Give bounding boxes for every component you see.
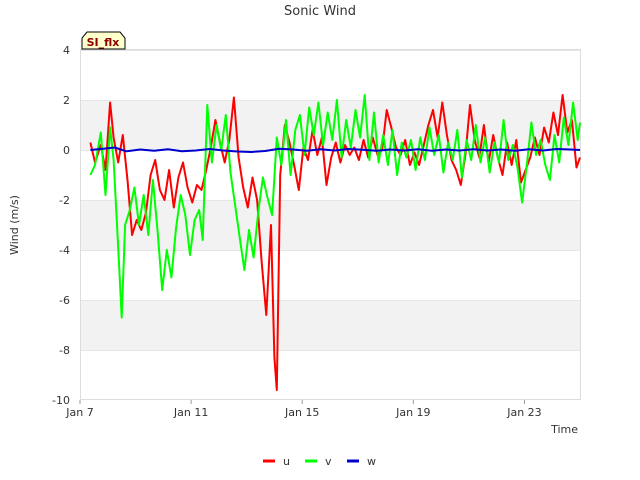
legend-label-v: v (325, 455, 332, 468)
legend-label-u: u (283, 455, 290, 468)
chart-title: Sonic Wind (284, 4, 356, 19)
site-badge: SI_flx (81, 31, 126, 50)
y-tick-label: 4 (63, 44, 70, 57)
x-tick-label: Jan 19 (395, 406, 430, 419)
y-tick-label: 2 (63, 94, 70, 107)
sonic-wind-chart: Sonic Wind 420-2-4-6-8-10 Jan 7 Jan 11 Jan… (8, 4, 581, 468)
background-bands (80, 50, 580, 400)
y-tick-label: -8 (59, 344, 70, 357)
badge-label: SI_flx (87, 36, 120, 49)
band-6 (80, 350, 580, 400)
y-tick-label: -6 (59, 294, 70, 307)
y-tick-label: -2 (59, 194, 70, 207)
band-0 (80, 50, 580, 100)
legend: u v w (263, 455, 376, 468)
band-5 (80, 300, 580, 350)
x-tick-label: Jan 23 (506, 406, 541, 419)
x-tick-label: Jan 11 (173, 406, 208, 419)
band-4 (80, 250, 580, 300)
x-axis-label: Time (550, 423, 578, 436)
y-axis-label: Wind (m/s) (8, 195, 21, 255)
y-tick-label: 0 (63, 144, 70, 157)
x-axis-ticks: Jan 7 Jan 11 Jan 15 Jan 19 Jan 23 (65, 400, 542, 419)
y-axis-ticks: 420-2-4-6-8-10 (52, 44, 70, 407)
legend-label-w: w (367, 455, 376, 468)
y-tick-label: -4 (59, 244, 70, 257)
x-tick-label: Jan 7 (65, 406, 93, 419)
x-tick-label: Jan 15 (284, 406, 319, 419)
